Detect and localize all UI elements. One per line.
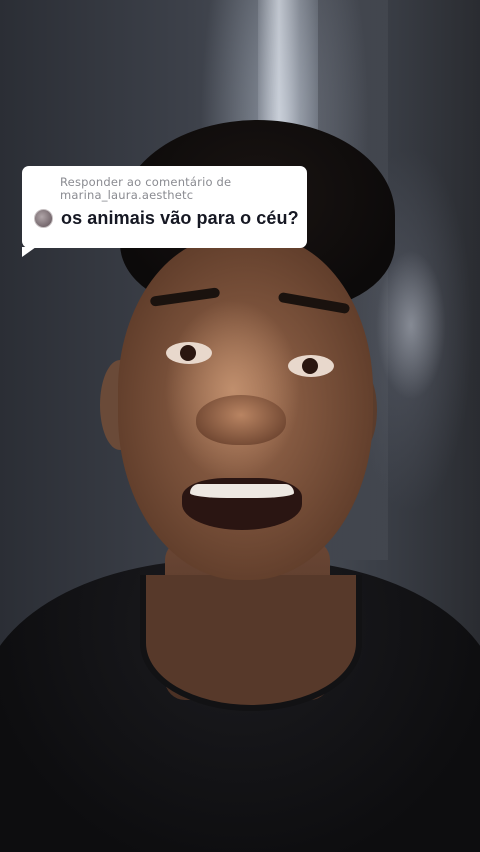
reply-comment-text: os animais vão para o céu? xyxy=(61,208,299,228)
reply-username: marina_laura.aesthetc xyxy=(60,188,194,202)
comment-reply-sticker[interactable]: Responder ao comentário de marina_laura.… xyxy=(22,166,307,257)
light-reflection xyxy=(376,250,446,400)
video-frame[interactable]: Responder ao comentário de marina_laura.… xyxy=(0,0,480,852)
user-avatar-icon xyxy=(34,209,53,228)
person-nose xyxy=(196,395,286,445)
eye-right xyxy=(288,355,334,377)
reply-comment-row: os animais vão para o céu? xyxy=(34,208,299,229)
person-teeth xyxy=(190,484,294,498)
shirt-collar xyxy=(140,575,362,711)
eye-left xyxy=(166,342,212,364)
